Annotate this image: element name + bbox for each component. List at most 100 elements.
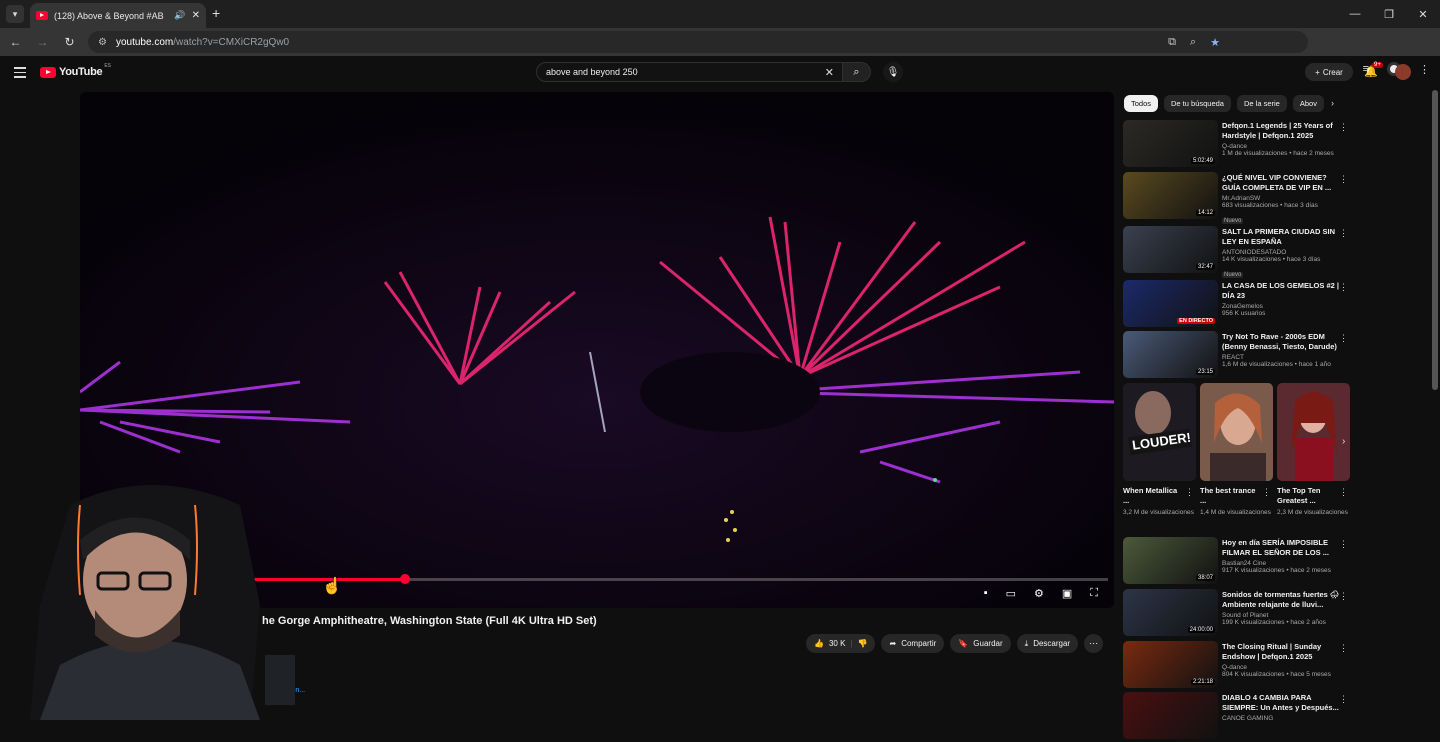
share-button[interactable]: ➦ Compartir (881, 634, 945, 653)
channel-name[interactable]: Mr.AdrianSW (1222, 195, 1340, 202)
channel-name[interactable]: Bastian24 Cine (1222, 560, 1340, 567)
item-menu-icon[interactable]: ⋮ (1339, 591, 1348, 602)
address-bar[interactable]: ⚙ youtube.com/watch?v=CMXiCR2gQw0 ⧉ ⌕ ★ (88, 31, 1308, 53)
recommendation-item[interactable]: 24:00:00 Sonidos de tormentas fuertes 🌧 A… (1123, 589, 1353, 639)
like-dislike-button[interactable]: 👍 30 K | 👎 (806, 634, 876, 653)
recommendation-item[interactable]: 2:21:18 The Closing Ritual | Sunday Endsh… (1123, 641, 1353, 691)
video-title[interactable]: DIABLO 4 CAMBIA PARA SIEMPRE: Un Antes y… (1222, 693, 1340, 713)
chip-all[interactable]: Todos (1124, 95, 1159, 112)
chip-series[interactable]: De la serie (1236, 95, 1287, 112)
video-thumbnail[interactable]: 14:12 (1123, 172, 1218, 219)
short-thumbnail[interactable] (1277, 383, 1350, 481)
restore-icon[interactable]: ❐ (1372, 0, 1406, 28)
chip-from-search[interactable]: De tu búsqueda (1164, 95, 1231, 112)
bookmark-star-icon[interactable]: ★ (1210, 36, 1220, 49)
forward-icon[interactable]: → (29, 35, 56, 49)
short-title[interactable]: When Metallica ... (1123, 486, 1181, 506)
short-item[interactable]: The best trance ... 1,4 M de visualizaci… (1200, 383, 1273, 517)
channel-name[interactable]: Q-dance (1222, 143, 1340, 150)
page-scrollbar[interactable] (1432, 90, 1438, 390)
video-title[interactable]: Hoy en día SERÍA IMPOSIBLE FILMAR EL SEÑ… (1222, 538, 1340, 558)
download-button[interactable]: ⤓ Descargar (1016, 634, 1079, 653)
create-button[interactable]: + Crear (1305, 63, 1353, 81)
menu-icon[interactable] (14, 67, 26, 81)
short-thumbnail[interactable] (1200, 383, 1273, 481)
video-thumbnail[interactable]: EN DIRECTO (1123, 280, 1218, 327)
theater-mode-icon[interactable]: ▣ (1062, 587, 1072, 600)
thumbs-up-icon[interactable]: 👍 (814, 639, 824, 648)
video-thumbnail[interactable]: 24:00:00 (1123, 589, 1218, 636)
video-title[interactable]: Defqon.1 Legends | 25 Years of Hardstyle… (1222, 121, 1340, 141)
site-info-icon[interactable]: ⚙ (98, 37, 107, 48)
video-thumbnail[interactable] (1123, 692, 1218, 739)
voice-search-button[interactable]: 🎙 (883, 62, 903, 82)
settings-gear-icon[interactable]: ⚙ (1034, 587, 1044, 600)
recommendation-item[interactable]: 14:12 ¿QUÉ NIVEL VIP CONVIENE? GUÍA COMPL… (1123, 172, 1353, 224)
video-title[interactable]: Try Not To Rave - 2000s EDM (Benny Benas… (1222, 332, 1340, 352)
close-window-icon[interactable]: ✕ (1406, 0, 1440, 28)
shorts-next-arrow-icon[interactable]: › (1342, 436, 1345, 447)
short-item[interactable]: LOUDER! When Metallica ... 3,2 M de visu… (1123, 383, 1196, 517)
youtube-logo[interactable]: YouTube ES (40, 63, 111, 78)
recommendation-item[interactable]: EN DIRECTO LA CASA DE LOS GEMELOS #2 | DÍ… (1123, 280, 1353, 330)
recommendation-item[interactable]: 38:07 Hoy en día SERÍA IMPOSIBLE FILMAR E… (1123, 537, 1353, 587)
short-item[interactable]: The Top Ten Greatest ... 2,3 M de visual… (1277, 383, 1350, 517)
video-title[interactable]: SALT LA PRIMERA CIUDAD SIN LEY EN ESPAÑA (1222, 227, 1340, 247)
short-menu-icon[interactable]: ⋮ (1185, 487, 1194, 498)
recommendation-item[interactable]: 5:02:49 Defqon.1 Legends | 25 Years of Ha… (1123, 120, 1353, 170)
channel-name[interactable]: REACT (1222, 354, 1340, 361)
video-title[interactable]: LA CASA DE LOS GEMELOS #2 | DÍA 23 (1222, 281, 1340, 301)
item-menu-icon[interactable]: ⋮ (1339, 539, 1348, 550)
video-title[interactable]: ¿QUÉ NIVEL VIP CONVIENE? GUÍA COMPLETA D… (1222, 173, 1340, 193)
more-actions-icon[interactable]: ⋯ (1084, 634, 1104, 653)
item-menu-icon[interactable]: ⋮ (1339, 282, 1348, 293)
video-thumbnail[interactable]: 38:07 (1123, 537, 1218, 584)
item-menu-icon[interactable]: ⋮ (1339, 333, 1348, 344)
new-tab-icon[interactable]: + (212, 5, 220, 21)
install-app-icon[interactable]: ⧉ (1168, 36, 1176, 49)
video-thumbnail[interactable]: 32:47 (1123, 226, 1218, 273)
item-menu-icon[interactable]: ⋮ (1339, 174, 1348, 185)
item-menu-icon[interactable]: ⋮ (1339, 228, 1348, 239)
recommendation-item[interactable]: 23:15 Try Not To Rave - 2000s EDM (Benny … (1123, 331, 1353, 381)
account-avatar[interactable] (1395, 64, 1411, 80)
zoom-icon[interactable]: ⌕ (1190, 36, 1196, 49)
video-title[interactable]: Sonidos de tormentas fuertes 🌧 Ambiente … (1222, 590, 1340, 610)
back-icon[interactable]: ← (2, 35, 29, 49)
reload-icon[interactable]: ↻ (56, 35, 83, 49)
recommendation-item[interactable]: 32:47 SALT LA PRIMERA CIUDAD SIN LEY EN E… (1123, 226, 1353, 278)
minimize-icon[interactable]: — (1338, 0, 1372, 28)
miniplayer-dot-icon[interactable]: ▪ (984, 587, 988, 600)
video-title[interactable]: The Closing Ritual | Sunday Endshow | De… (1222, 642, 1340, 662)
item-menu-icon[interactable]: ⋮ (1339, 643, 1348, 654)
item-menu-icon[interactable]: ⋮ (1339, 122, 1348, 133)
chip-above[interactable]: Abov (1292, 95, 1324, 112)
progress-scrubber[interactable] (399, 574, 410, 584)
video-thumbnail[interactable]: 2:21:18 (1123, 641, 1218, 688)
channel-name[interactable]: CANOE GAMING (1222, 715, 1340, 722)
speaker-icon[interactable]: 🔊 (174, 10, 185, 21)
search-button[interactable]: ⌕ (843, 62, 871, 82)
short-title[interactable]: The best trance ... (1200, 486, 1258, 506)
short-title[interactable]: The Top Ten Greatest ... (1277, 486, 1335, 506)
fullscreen-icon[interactable]: ⛶ (1090, 587, 1098, 600)
video-thumbnail[interactable]: 5:02:49 (1123, 120, 1218, 167)
channel-name[interactable]: ZonaGemelos (1222, 303, 1340, 310)
clear-search-icon[interactable]: ✕ (825, 66, 834, 79)
search-input[interactable]: above and beyond 250 ✕ (536, 62, 843, 82)
tab-search-icon[interactable]: ▾ (6, 5, 24, 23)
short-thumbnail[interactable]: LOUDER! (1123, 383, 1196, 481)
channel-name[interactable]: Sound of Planet (1222, 612, 1340, 619)
video-thumbnail[interactable]: 23:15 (1123, 331, 1218, 378)
channel-name[interactable]: ANTONIODESATADO (1222, 249, 1340, 256)
chips-next-arrow-icon[interactable]: › (1331, 98, 1334, 108)
item-menu-icon[interactable]: ⋮ (1339, 694, 1348, 705)
recommendation-item[interactable]: DIABLO 4 CAMBIA PARA SIEMPRE: Un Antes y… (1123, 692, 1353, 742)
short-menu-icon[interactable]: ⋮ (1262, 487, 1271, 498)
close-tab-icon[interactable]: ✕ (192, 10, 200, 21)
save-button[interactable]: 🔖 Guardar (950, 634, 1011, 653)
channel-name[interactable]: Q-dance (1222, 664, 1340, 671)
thumbs-down-icon[interactable]: 👎 (858, 639, 868, 648)
browser-tab[interactable]: (128) Above & Beyond #AB 🔊 ✕ (30, 3, 206, 28)
short-menu-icon[interactable]: ⋮ (1339, 487, 1348, 498)
